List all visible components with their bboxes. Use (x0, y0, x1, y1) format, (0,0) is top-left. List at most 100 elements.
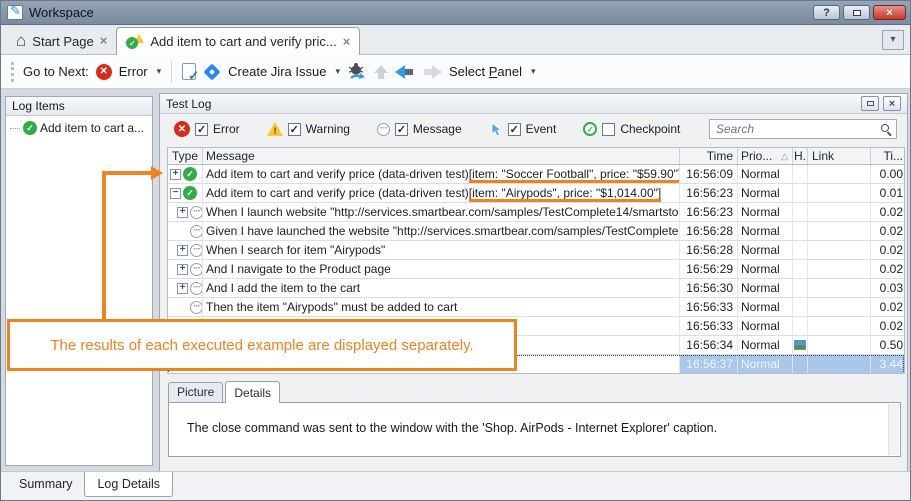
filter-checkpoint[interactable]: Checkpoint (602, 122, 680, 136)
select-panel-button[interactable]: Select Panel (449, 64, 522, 79)
picture-icon[interactable] (794, 340, 806, 350)
panel-close-button[interactable]: × (883, 96, 901, 111)
link-cell (808, 336, 871, 355)
filter-event[interactable]: Event (508, 122, 557, 136)
post-bug-icon[interactable] (347, 63, 367, 81)
log-items-header: Log Items (6, 97, 152, 116)
success-check-icon: ✓ (23, 121, 37, 135)
column-header-h[interactable]: H. (793, 148, 808, 164)
checkpoint-checkbox[interactable] (602, 123, 615, 136)
error-checkbox[interactable] (195, 123, 208, 136)
log-items-tree-item[interactable]: ✓ Add item to cart a... (6, 116, 152, 137)
duration-cell: 0.02 (871, 241, 905, 260)
message-text: When I search for item "Airypods" (206, 243, 385, 257)
annotation-text: The results of each executed example are… (50, 337, 473, 354)
expand-icon[interactable]: + (170, 169, 181, 180)
restore-button[interactable] (843, 5, 870, 20)
chevron-down-icon[interactable]: ▾ (157, 66, 162, 77)
tab-start-page[interactable]: ⌂ Start Page × (7, 28, 116, 54)
filter-message[interactable]: Message (395, 122, 462, 136)
message-icon: ··· (190, 206, 203, 219)
expand-icon[interactable]: + (177, 283, 188, 294)
log-row[interactable]: ···Given I have launched the website "ht… (168, 222, 904, 241)
link-cell (808, 260, 871, 279)
time-cell: 16:56:34 (680, 336, 738, 355)
message-checkbox[interactable] (395, 123, 408, 136)
chevron-down-icon[interactable]: ▾ (335, 66, 340, 77)
annotation-callout: The results of each executed example are… (7, 319, 517, 371)
has-picture-cell (793, 184, 808, 203)
message-text: Add item to cart and verify price (data-… (206, 167, 469, 181)
expand-icon[interactable]: + (177, 245, 188, 256)
toolbar-grip[interactable] (11, 62, 14, 82)
search-icon[interactable] (880, 123, 892, 135)
tab-test-log[interactable]: ✓ Add item to cart and verify pric... × (116, 27, 360, 55)
priority-cell: Normal (738, 317, 793, 336)
has-picture-cell (793, 260, 808, 279)
has-picture-cell (793, 298, 808, 317)
expand-icon[interactable]: + (177, 264, 188, 275)
document-tab-bar: ⌂ Start Page × ✓ Add item to cart and ve… (1, 25, 910, 55)
up-arrow-icon[interactable] (374, 65, 388, 79)
filter-error[interactable]: Error (195, 122, 240, 136)
chevron-down-icon[interactable]: ▾ (531, 66, 536, 77)
time-cell: 16:56:29 (680, 260, 738, 279)
log-row[interactable]: +···When I search for item "Airypods"16:… (168, 241, 904, 260)
test-log-header: Test Log × (160, 94, 907, 114)
details-scrollbar[interactable] (888, 404, 899, 455)
event-checkbox[interactable] (508, 123, 521, 136)
message-highlighted-text: [item: "Soccer Football", price: "$59.90… (469, 167, 680, 181)
column-header-type[interactable]: Type (168, 148, 203, 164)
message-cell: When I search for item "Airypods" (203, 241, 680, 260)
link-cell (808, 241, 871, 260)
search-input[interactable] (709, 119, 897, 139)
panel-restore-button[interactable] (861, 96, 879, 111)
tab-close-icon[interactable]: × (343, 37, 351, 47)
filter-warning[interactable]: Warning (288, 122, 350, 136)
warning-checkbox[interactable] (288, 123, 301, 136)
type-cell: ··· (168, 222, 203, 241)
details-pane: The close command was sent to the window… (168, 402, 901, 457)
message-cell: And I add the item to the cart (203, 279, 680, 298)
log-row[interactable]: ···Then the item "Airypods" must be adde… (168, 298, 904, 317)
column-header-time[interactable]: Time (680, 148, 738, 164)
sort-indicator-icon: △ (781, 151, 788, 162)
tab-list-dropdown[interactable]: ▾ (882, 30, 904, 50)
link-cell (808, 222, 871, 241)
tab-log-details[interactable]: Log Details (84, 472, 173, 497)
priority-cell: Normal (738, 184, 793, 203)
column-header-message[interactable]: Message (203, 148, 680, 164)
link-cell (808, 317, 871, 336)
report-check-icon[interactable] (182, 63, 196, 80)
log-row[interactable]: +···When I launch website "http://servic… (168, 203, 904, 222)
column-header-ti[interactable]: Ti... (871, 148, 905, 164)
priority-cell: Normal (738, 165, 793, 184)
log-row[interactable]: +···And I add the item to the cart16:56:… (168, 279, 904, 298)
jira-icon (203, 63, 221, 81)
duration-cell: 0.01 (871, 184, 905, 203)
type-cell: ··· (168, 298, 203, 317)
log-row[interactable]: +···And I navigate to the Product page16… (168, 260, 904, 279)
go-to-next-error-button[interactable]: Error (119, 64, 148, 79)
create-jira-issue-button[interactable]: Create Jira Issue (228, 64, 326, 79)
forward-arrow-icon[interactable] (422, 65, 442, 79)
tab-close-icon[interactable]: × (100, 36, 108, 46)
help-button[interactable]: ? (813, 5, 840, 20)
collapse-icon[interactable]: − (170, 188, 181, 199)
column-header-link[interactable]: Link (808, 148, 871, 164)
tab-picture[interactable]: Picture (168, 382, 223, 402)
expand-icon[interactable]: + (177, 207, 188, 218)
message-cell: Add item to cart and verify price (data-… (203, 165, 680, 184)
priority-cell: Normal (738, 279, 793, 298)
duration-cell: 0.02 (871, 298, 905, 317)
back-arrow-icon[interactable] (395, 65, 415, 79)
title-bar: Workspace ? × (1, 1, 910, 25)
tab-details[interactable]: Details (225, 381, 280, 403)
tab-summary[interactable]: Summary (7, 472, 84, 496)
close-button[interactable]: × (873, 5, 906, 20)
message-icon: ··· (190, 225, 203, 238)
column-header-priority[interactable]: Prio...△ (738, 148, 793, 164)
log-row[interactable]: +✓ Add item to cart and verify price (dat… (168, 165, 904, 184)
log-row[interactable]: −✓Add item to cart and verify price (dat… (168, 184, 904, 203)
success-check-icon: ✓ (183, 167, 197, 181)
